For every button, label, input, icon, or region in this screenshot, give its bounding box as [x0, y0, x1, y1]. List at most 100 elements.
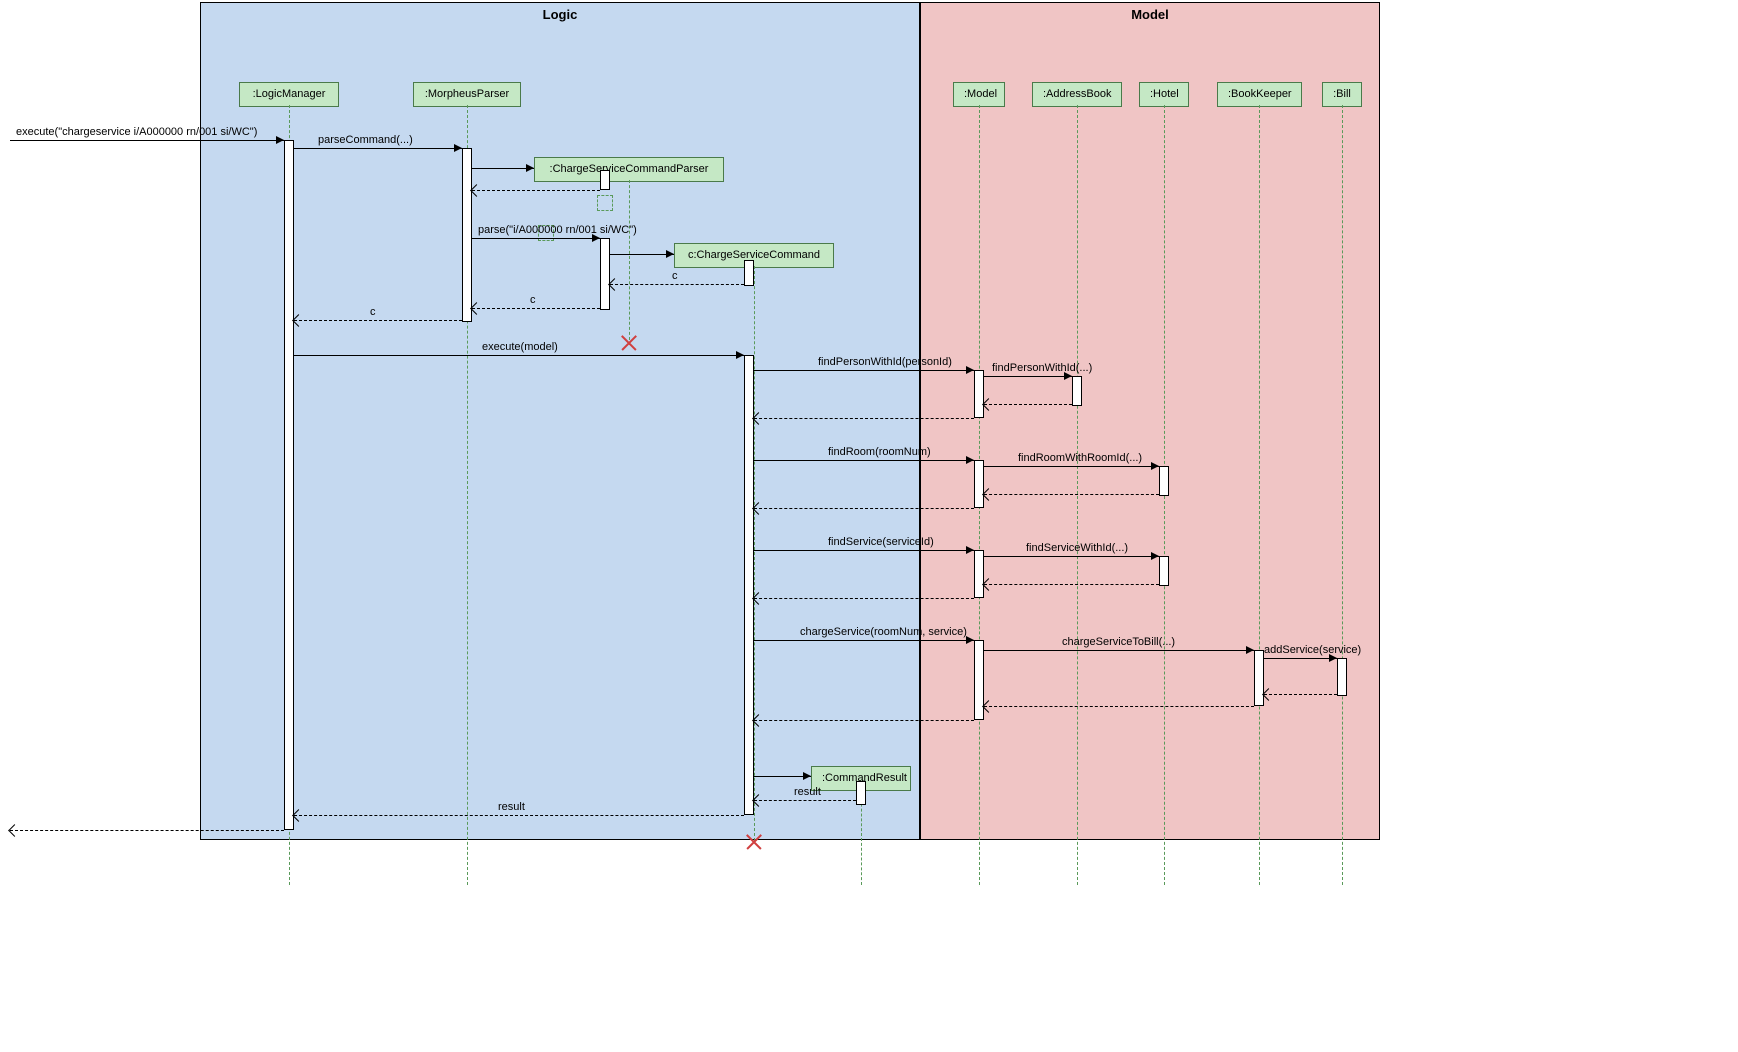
activation-morpheus-parser	[462, 148, 472, 322]
logic-frame: Logic	[200, 2, 920, 840]
activation-hotel-1	[1159, 466, 1169, 496]
participant-label: :MorpheusParser	[425, 88, 509, 100]
participant-label: c:ChargeServiceCommand	[688, 249, 820, 261]
logic-frame-title: Logic	[543, 7, 578, 22]
participant-label: :Hotel	[1150, 88, 1179, 100]
arrow-return-find-person	[754, 418, 974, 419]
msg-charge-service: chargeService(roomNum, service)	[800, 626, 967, 638]
arrow-return-charge-service	[754, 720, 974, 721]
participant-book-keeper: :BookKeeper	[1217, 82, 1302, 107]
destroy-csc	[746, 833, 762, 849]
arrow-charge-service	[754, 640, 974, 641]
participant-label: :LogicManager	[253, 88, 326, 100]
msg-find-person-2: findPersonWithId(...)	[992, 362, 1092, 374]
arrowhead	[966, 366, 974, 374]
arrowhead	[1151, 462, 1159, 470]
msg-execute: execute("chargeservice i/A000000 rn/001 …	[16, 126, 257, 138]
activation-cscp-2	[600, 238, 610, 310]
arrowhead	[966, 636, 974, 644]
arrowhead	[526, 164, 534, 172]
arrow-parse	[472, 238, 600, 239]
participant-label: :AddressBook	[1043, 88, 1111, 100]
arrowhead	[666, 250, 674, 258]
arrow-return-c1	[610, 284, 744, 285]
msg-find-person: findPersonWithId(personId)	[818, 356, 952, 368]
arrowhead	[1246, 646, 1254, 654]
arrow-execute-model	[294, 355, 744, 356]
participant-label: :BookKeeper	[1228, 88, 1292, 100]
participant-charge-service-command: c:ChargeServiceCommand	[674, 243, 834, 268]
activation-csc-1	[744, 260, 754, 286]
participant-label: :ChargeServiceCommandParser	[550, 163, 709, 175]
arrow-return-find-service	[754, 598, 974, 599]
activation-model-2	[974, 460, 984, 508]
destroy-cscp	[621, 334, 637, 350]
activation-model-3	[974, 550, 984, 598]
arrow-return-c-cscp	[472, 308, 600, 309]
msg-return-c-mid: c	[530, 294, 536, 306]
arrowhead	[454, 144, 462, 152]
msg-parse: parse("i/A000000 rn/001 si/WC")	[478, 224, 637, 236]
msg-add-service: addService(service)	[1264, 644, 1361, 656]
msg-find-service-2: findServiceWithId(...)	[1026, 542, 1128, 554]
activation-addressbook-1	[1072, 376, 1082, 406]
participant-address-book: :AddressBook	[1032, 82, 1122, 107]
arrow-return-find-room-h	[984, 494, 1159, 495]
activation-logic-manager	[284, 140, 294, 830]
activation-bill-1	[1337, 658, 1347, 696]
msg-find-room: findRoom(roomNum)	[828, 446, 931, 458]
arrowhead	[8, 824, 21, 837]
msg-parse-command: parseCommand(...)	[318, 134, 413, 146]
arrow-find-service-2	[984, 556, 1159, 557]
arrow-add-service	[1264, 658, 1337, 659]
arrow-create-csc	[610, 254, 674, 255]
arrow-return-cscp	[472, 190, 600, 191]
participant-morpheus-parser: :MorpheusParser	[413, 82, 521, 107]
arrow-return-find-person-ab	[984, 404, 1072, 405]
arrow-execute-in	[10, 140, 284, 141]
msg-find-room-2: findRoomWithRoomId(...)	[1018, 452, 1142, 464]
arrow-return-result-cr	[754, 800, 856, 801]
activation-model-1	[974, 370, 984, 418]
activation-csc-2	[744, 355, 754, 815]
activation-bookkeeper-1	[1254, 650, 1264, 706]
sequence-diagram-canvas: Logic Model :LogicManager :MorpheusParse…	[0, 0, 1738, 1052]
arrow-return-find-room	[754, 508, 974, 509]
lifeline-charge-service-command	[754, 266, 755, 841]
activation-cscp-1	[600, 170, 610, 190]
arrow-return-c2	[294, 320, 462, 321]
model-frame-title: Model	[1131, 7, 1169, 22]
arrowhead	[1151, 552, 1159, 560]
participant-label: :Model	[964, 88, 997, 100]
arrow-find-service	[754, 550, 974, 551]
msg-return-c2: c	[370, 306, 376, 318]
participant-hotel: :Hotel	[1139, 82, 1189, 107]
activation-hotel-2	[1159, 556, 1169, 586]
msg-execute-model: execute(model)	[482, 341, 558, 353]
participant-model: :Model	[953, 82, 1005, 107]
participant-bill: :Bill	[1322, 82, 1362, 107]
arrowhead	[966, 456, 974, 464]
arrow-find-person	[754, 370, 974, 371]
participant-charge-service-command-parser: :ChargeServiceCommandParser	[534, 157, 724, 182]
lifeline-charge-service-command-parser	[629, 180, 630, 345]
lifeline-bill	[1342, 105, 1343, 885]
arrow-parse-command	[294, 148, 462, 149]
activation-model-4	[974, 640, 984, 720]
msg-result-2: result	[498, 801, 525, 813]
arrow-return-charge-service-bk	[984, 706, 1254, 707]
participant-logic-manager: :LogicManager	[239, 82, 339, 107]
arrow-return-result-lm	[294, 815, 744, 816]
arrow-charge-service-bill	[984, 650, 1254, 651]
msg-find-service: findService(serviceId)	[828, 536, 934, 548]
arrow-return-find-service-h	[984, 584, 1159, 585]
msg-return-c1: c	[672, 270, 678, 282]
arrow-find-room	[754, 460, 974, 461]
msg-charge-service-bill: chargeServiceToBill(...)	[1062, 636, 1175, 648]
arrowhead	[803, 772, 811, 780]
lifeline-book-keeper	[1259, 105, 1260, 885]
model-frame: Model	[920, 2, 1380, 840]
arrow-find-room-2	[984, 466, 1159, 467]
dashed-box-1	[597, 195, 613, 211]
arrow-find-person-2	[984, 376, 1072, 377]
